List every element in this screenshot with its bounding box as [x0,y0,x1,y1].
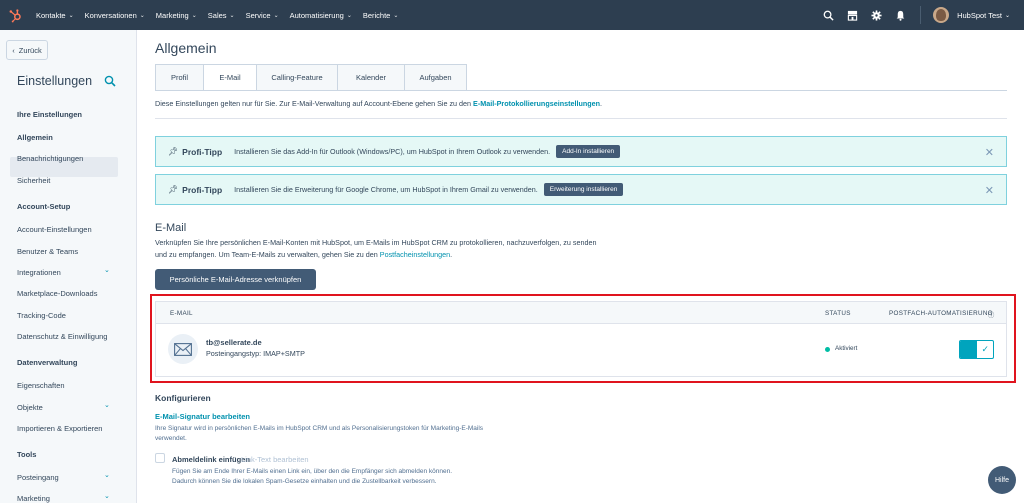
sidebar-item-allgemein[interactable]: Allgemein [17,133,53,142]
sidebar-item-marketplace-downloads[interactable]: Marketplace-Downloads [17,289,97,298]
sidebar-item-integrationen[interactable]: Integrationen [17,268,61,277]
tab-aufgaben[interactable]: Aufgaben [404,64,467,91]
signature-description: Ihre Signatur wird in persönlichen E-Mai… [155,425,484,442]
bell-icon[interactable] [894,9,906,21]
install-extension-button[interactable]: Erweiterung installieren [543,183,624,196]
tab-kalender[interactable]: Kalender [337,64,404,91]
check-icon: ✓ [981,344,989,354]
install-addin-button[interactable]: Add-In installieren [556,145,621,158]
gear-icon[interactable] [870,9,882,21]
top-navigation: Kontakte ⌄ Konversationen ⌄ Marketing ⌄ Sal… [0,0,1024,30]
nav-divider [920,6,922,24]
page-title: Allgemein [155,40,217,56]
hubspot-logo-icon[interactable] [0,0,30,30]
envelope-icon [168,334,198,364]
nav-sales[interactable]: Sales ⌄ [208,11,235,20]
sidebar-group-account-setup: Account-Setup [17,202,71,211]
status-badge: Aktiviert [835,345,858,352]
inbox-type: Posteingangstyp: IMAP+SMTP [206,349,305,358]
sidebar-item-tracking-code[interactable]: Tracking-Code [17,311,66,320]
info-icon[interactable]: ⓘ [988,310,995,319]
nav-kontakte[interactable]: Kontakte ⌄ [36,11,74,20]
intro-text: Diese Einstellungen gelten nur für Sie. … [155,99,603,108]
tab-profil[interactable]: Profil [155,64,203,91]
sidebar-item-posteingang[interactable]: Posteingang [17,473,59,482]
pro-tip-outlook: 📌︎ Profi-Tipp Installieren Sie das Add-I… [155,136,1007,167]
chevron-down-icon: ⌄ [191,12,197,19]
connect-email-button[interactable]: Persönliche E-Mail-Adresse verknüpfen [155,269,316,290]
sidebar-item-benachrichtigungen[interactable]: Benachrichtigungen [17,154,83,163]
configure-title: Konfigurieren [155,393,211,403]
status-indicator [825,347,830,352]
chevron-down-icon: ⌄ [68,12,74,19]
sidebar-title: Einstellungen [17,74,93,88]
search-icon[interactable] [104,75,116,87]
unsubscribe-label[interactable]: Abmeldelink einfügen [172,455,250,464]
table-header: E-MAIL STATUS POSTFACH-AUTOMATISIERUNG ⓘ [156,302,1006,324]
tab-email[interactable]: E-Mail [203,64,256,91]
chevron-down-icon: ⌄ [393,12,399,19]
settings-tabs: Profil E-Mail Calling-Feature Kalender A… [155,64,467,91]
sidebar-item-datenschutz[interactable]: Datenschutz & Einwilligung [17,332,107,341]
chevron-down-icon[interactable]: ⌄ [104,471,110,479]
chevron-down-icon[interactable]: ⌄ [104,492,110,500]
avatar[interactable] [933,7,950,23]
settings-sidebar: ‹ Zurück Einstellungen Ihre Einstellungen… [0,30,137,503]
edit-signature-link[interactable]: E-Mail-Signatur bearbeiten [155,412,250,421]
chevron-down-icon[interactable]: ⌄ [104,266,110,274]
chevron-down-icon[interactable]: ⌄ [1005,12,1010,19]
nav-service[interactable]: Service ⌄ [246,11,279,20]
email-logging-settings-link[interactable]: E-Mail-Protokollierungseinstellungen [473,99,600,108]
pro-tip-chrome: 📌︎ Profi-Tipp Installieren Sie die Erwei… [155,174,1007,205]
close-icon[interactable]: ✕ [985,184,994,197]
chevron-down-icon: ⌄ [346,12,352,19]
sidebar-group-ihre-einstellungen: Ihre Einstellungen [17,110,83,119]
section-divider [155,118,1007,119]
marketplace-icon[interactable] [846,9,858,21]
tabs-divider [155,90,1007,91]
tab-calling-feature[interactable]: Calling-Feature [256,64,337,91]
sidebar-group-tools: Tools [17,450,37,459]
close-icon[interactable]: ✕ [985,146,994,159]
chevron-down-icon[interactable]: ⌄ [104,401,110,409]
nav-konversationen[interactable]: Konversationen ⌄ [85,11,145,20]
toggle-knob [960,341,977,358]
user-name[interactable]: HubSpot Test [957,11,1002,20]
nav-automatisierung[interactable]: Automatisierung ⌄ [290,11,352,20]
inbox-automation-toggle[interactable]: ✓ [959,340,994,359]
sidebar-group-datenverwaltung: Datenverwaltung [17,358,78,367]
email-section-description: Verknüpfen Sie Ihre persönlichen E-Mail-… [155,238,597,259]
col-email-header: E-MAIL [170,310,193,317]
unsubscribe-checkbox[interactable] [155,453,165,463]
sidebar-item-eigenschaften[interactable]: Eigenschaften [17,381,65,390]
account-email: tb@sellerate.de [206,338,262,347]
col-automation-header: POSTFACH-AUTOMATISIERUNG [889,310,993,317]
pin-icon: 📌︎ [168,185,179,194]
chevron-down-icon: ⌄ [273,12,279,19]
pin-icon: 📌︎ [168,147,179,156]
edit-link-text-link[interactable]: Link-Text bearbeiten [241,455,309,464]
sidebar-item-marketing[interactable]: Marketing [17,494,50,503]
nav-berichte[interactable]: Berichte ⌄ [363,11,399,20]
col-status-header: STATUS [825,310,851,317]
inbox-settings-link[interactable]: Postfacheinstellungen [380,250,450,259]
sidebar-item-account-einstellungen[interactable]: Account-Einstellungen [17,225,92,234]
nav-marketing[interactable]: Marketing ⌄ [156,11,197,20]
connected-email-table: E-MAIL STATUS POSTFACH-AUTOMATISIERUNG ⓘ… [155,301,1007,377]
back-button[interactable]: ‹ Zurück [6,40,48,60]
help-button[interactable]: Hilfe [988,466,1016,494]
sidebar-item-importieren-exportieren[interactable]: Importieren & Exportieren [17,424,102,433]
chevron-down-icon: ⌄ [229,12,235,19]
search-icon[interactable] [822,9,834,21]
chevron-down-icon: ⌄ [139,12,145,19]
sidebar-item-benutzer-teams[interactable]: Benutzer & Teams [17,247,78,256]
email-section-title: E-Mail [155,222,187,234]
sidebar-item-objekte[interactable]: Objekte [17,403,43,412]
unsubscribe-description: Fügen Sie am Ende Ihrer E-Mails einen Li… [172,468,453,485]
chevron-left-icon: ‹ [12,45,15,55]
sidebar-item-sicherheit[interactable]: Sicherheit [17,176,50,185]
